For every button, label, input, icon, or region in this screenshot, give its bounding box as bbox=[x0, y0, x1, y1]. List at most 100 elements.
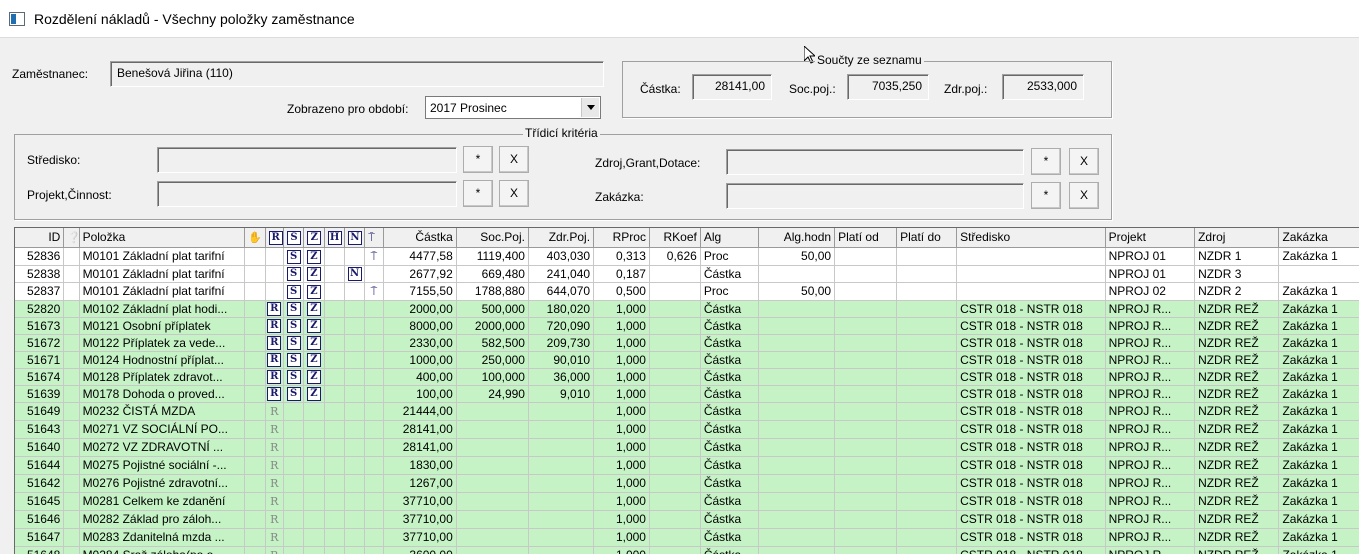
col-s-header[interactable]: S bbox=[283, 228, 305, 248]
cell-z: Z bbox=[303, 317, 325, 335]
col-h-header[interactable]: H bbox=[324, 228, 345, 248]
col-zakazka-header[interactable]: Zakázka bbox=[1278, 228, 1359, 248]
chevron-down-icon[interactable] bbox=[581, 98, 599, 117]
col-id-header[interactable]: ID bbox=[15, 228, 65, 248]
zdroj-clear-button[interactable]: X bbox=[1069, 148, 1099, 175]
cell-id: 51645 bbox=[15, 492, 65, 511]
cell-h bbox=[324, 334, 345, 352]
col-socpoj-header[interactable]: Soc.Poj. bbox=[456, 228, 529, 248]
table-row[interactable]: 51646 M0282 Základ pro záloh... R 37710,00 1… bbox=[15, 510, 1359, 529]
cell-zdroj: NZDR REŽ bbox=[1194, 474, 1280, 493]
col-r-header[interactable]: R bbox=[265, 228, 284, 248]
cell-polozka: M0124 Hodnostní příplat... bbox=[79, 351, 246, 369]
table-row[interactable]: 52837 M0101 Základní plat tarifní S Z ⍑ 7155,… bbox=[15, 282, 1359, 301]
table-row[interactable]: 51672 M0122 Příplatek za vede... R S Z 2330,0… bbox=[15, 334, 1359, 352]
cell-z: Z bbox=[303, 334, 325, 352]
col-stredisko-header[interactable]: Středisko bbox=[956, 228, 1106, 248]
cell-z bbox=[303, 456, 325, 475]
col-hand-header[interactable]: ✋ bbox=[244, 228, 266, 248]
projekt-clear-button[interactable]: X bbox=[499, 180, 529, 207]
r-flag-icon: R bbox=[267, 353, 282, 367]
table-row[interactable]: 52820 M0102 Základní plat hodi... R S Z 2000,… bbox=[15, 300, 1359, 318]
table-row[interactable]: 51639 M0178 Dohoda o proved... R S Z 100,00 24… bbox=[15, 385, 1359, 403]
zakazka-clear-button[interactable]: X bbox=[1069, 182, 1099, 209]
col-castka-header[interactable]: Částka bbox=[383, 228, 457, 248]
period-value: 2017 Prosinec bbox=[430, 101, 507, 115]
col-info-header[interactable]: ❔ bbox=[63, 228, 80, 248]
table-row[interactable]: 51649 M0232 ČISTÁ MZDA R 21444,00 1,000 Částk… bbox=[15, 402, 1359, 421]
zakazka-field[interactable] bbox=[726, 183, 1024, 209]
r-flag-icon: R bbox=[267, 370, 282, 384]
table-row[interactable]: 51643 M0271 VZ SOCIÁLNÍ PO... R 28141,00 1,0… bbox=[15, 420, 1359, 439]
cell-platiod bbox=[834, 510, 898, 529]
table-row[interactable]: 51644 M0275 Pojistné sociální -... R 1830,0… bbox=[15, 456, 1359, 475]
cell-polozka: M0281 Celkem ke zdanění bbox=[79, 492, 246, 511]
col-rproc-header[interactable]: RProc bbox=[593, 228, 650, 248]
table-row[interactable]: 51673 M0121 Osobní příplatek R S Z 8000,00 200… bbox=[15, 317, 1359, 335]
col-n-header[interactable]: N bbox=[344, 228, 366, 248]
cell-projekt: NPROJ R... bbox=[1105, 317, 1196, 335]
cell-zdroj: NZDR REŽ bbox=[1194, 334, 1280, 352]
cell-platiod bbox=[834, 300, 898, 318]
z-flag-icon: Z bbox=[306, 336, 321, 350]
stredisko-select-button[interactable]: * bbox=[463, 146, 493, 173]
col-z-header[interactable]: Z bbox=[303, 228, 325, 248]
table-row[interactable]: 51645 M0281 Celkem ke zdanění R 37710,00 1,0… bbox=[15, 492, 1359, 511]
cell-n bbox=[344, 510, 366, 529]
cell-z bbox=[303, 492, 325, 511]
cell-n bbox=[344, 334, 366, 352]
col-platido-header[interactable]: Platí do bbox=[896, 228, 958, 248]
stredisko-clear-button[interactable]: X bbox=[499, 146, 529, 173]
projekt-select-button[interactable]: * bbox=[463, 180, 493, 207]
col-rkoef-header[interactable]: RKoef bbox=[649, 228, 701, 248]
projekt-field[interactable] bbox=[157, 181, 457, 207]
zdroj-select-button[interactable]: * bbox=[1031, 148, 1061, 175]
cell-zdroj: NZDR REŽ bbox=[1194, 510, 1280, 529]
cell-zdroj: NZDR REŽ bbox=[1194, 402, 1280, 421]
col-polozka-header[interactable]: Položka bbox=[79, 228, 246, 248]
cell-alghodn bbox=[758, 474, 836, 493]
cell-z bbox=[303, 438, 325, 457]
table-row[interactable]: 51671 M0124 Hodnostní příplat... R S Z 1000,0… bbox=[15, 351, 1359, 369]
r-flag-gray-icon: R bbox=[270, 440, 279, 454]
col-projekt-header[interactable]: Projekt bbox=[1105, 228, 1196, 248]
cell-r: R bbox=[265, 528, 284, 547]
r-flag-icon: R bbox=[267, 336, 282, 350]
table-row[interactable]: 51647 M0283 Zdanitelná mzda ... R 37710,00 1… bbox=[15, 528, 1359, 547]
cell-zakazka: Zakázka 1 bbox=[1278, 247, 1359, 266]
table-row[interactable]: 51674 M0128 Příplatek zdravot... R S Z 400,00… bbox=[15, 368, 1359, 386]
cell-zakazka: Zakázka 1 bbox=[1278, 368, 1359, 386]
table-row[interactable]: 52836 M0101 Základní plat tarifní S Z ⍑ 4477,… bbox=[15, 247, 1359, 266]
zdroj-field[interactable] bbox=[726, 149, 1024, 175]
table-row[interactable]: 52838 M0101 Základní plat tarifní S Z N 2677,… bbox=[15, 265, 1359, 283]
cell-projekt: NPROJ R... bbox=[1105, 510, 1196, 529]
col-alg-header[interactable]: Alg bbox=[700, 228, 759, 248]
col-alghodn-header[interactable]: Alg.hodn bbox=[758, 228, 836, 248]
cell-rkoef bbox=[649, 510, 701, 529]
stredisko-field[interactable] bbox=[157, 147, 457, 173]
items-grid[interactable]: ID ❔ Položka ✋ R S Z H N ⍑ Částka Soc.Po… bbox=[14, 227, 1359, 554]
cell-rproc: 0,313 bbox=[593, 247, 650, 266]
period-select[interactable]: 2017 Prosinec bbox=[425, 96, 601, 119]
r-flag-gray-icon: R bbox=[270, 476, 279, 490]
cell-castka: 7155,50 bbox=[383, 282, 457, 301]
cell-n bbox=[344, 368, 366, 386]
cell-zdrpoj: 180,020 bbox=[528, 300, 595, 318]
h-box-icon: H bbox=[327, 231, 342, 246]
col-zdrpoj-header[interactable]: Zdr.Poj. bbox=[528, 228, 595, 248]
table-row[interactable]: 51648 M0284 Sraž.záloha(po o... R 3600,00 1,… bbox=[15, 546, 1359, 554]
cell-hand bbox=[244, 265, 266, 283]
table-row[interactable]: 51640 M0272 VZ ZDRAVOTNÍ ... R 28141,00 1,00… bbox=[15, 438, 1359, 457]
cell-socpoj: 500,000 bbox=[456, 300, 529, 318]
zakazka-select-button[interactable]: * bbox=[1031, 182, 1061, 209]
col-zdroj-header[interactable]: Zdroj bbox=[1194, 228, 1280, 248]
col-t-header[interactable]: ⍑ bbox=[364, 228, 384, 248]
col-platiod-header[interactable]: Platí od bbox=[834, 228, 898, 248]
cell-alg: Částka bbox=[700, 385, 759, 403]
cell-platiod bbox=[834, 420, 898, 439]
cell-platido bbox=[896, 474, 958, 493]
n-box-icon: N bbox=[347, 231, 362, 246]
cell-zdroj: NZDR REŽ bbox=[1194, 351, 1280, 369]
table-row[interactable]: 51642 M0276 Pojistné zdravotní... R 1267,00… bbox=[15, 474, 1359, 493]
cell-id: 52836 bbox=[15, 247, 65, 266]
